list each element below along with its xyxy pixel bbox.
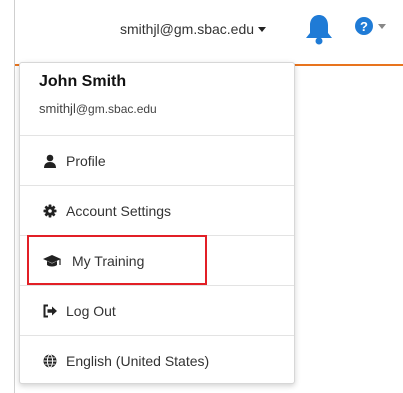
menu-item-my-training[interactable]: My Training — [20, 236, 294, 286]
top-navbar: smithjl@gm.sbac.edu ? — [15, 0, 403, 66]
help-icon: ? — [355, 17, 373, 35]
menu-user-email: smithjl@gm.sbac.edu — [39, 101, 294, 116]
user-dropdown-menu: John Smith smithjl@gm.sbac.edu Profile A… — [19, 62, 295, 384]
menu-user-header: John Smith smithjl@gm.sbac.edu — [20, 63, 294, 136]
user-email-label: smithjl@gm.sbac.edu — [120, 21, 255, 37]
sign-out-icon — [42, 303, 58, 319]
user-menu-toggle[interactable]: smithjl@gm.sbac.edu — [120, 18, 267, 40]
menu-item-log-out[interactable]: Log Out — [20, 286, 294, 336]
menu-item-language[interactable]: English (United States) — [20, 336, 294, 386]
help-menu-toggle[interactable]: ? — [355, 17, 386, 35]
menu-user-name: John Smith — [39, 73, 127, 90]
menu-item-account-settings[interactable]: Account Settings — [20, 186, 294, 236]
menu-item-label: Log Out — [66, 302, 116, 319]
menu-email-user: smithjl — [39, 101, 76, 116]
user-icon — [42, 153, 58, 169]
gear-icon — [42, 203, 58, 219]
graduation-cap-icon — [42, 253, 62, 269]
menu-item-profile[interactable]: Profile — [20, 136, 294, 186]
caret-down-icon — [258, 26, 267, 32]
menu-item-label: Profile — [66, 152, 106, 169]
menu-item-label: Account Settings — [66, 202, 172, 219]
menu-item-label: My Training — [72, 252, 145, 269]
caret-down-icon — [378, 23, 386, 29]
globe-icon — [42, 353, 58, 369]
notifications-bell-icon[interactable] — [303, 12, 335, 46]
menu-email-domain: @gm.sbac.edu — [75, 102, 157, 116]
menu-item-label: English (United States) — [66, 353, 210, 369]
